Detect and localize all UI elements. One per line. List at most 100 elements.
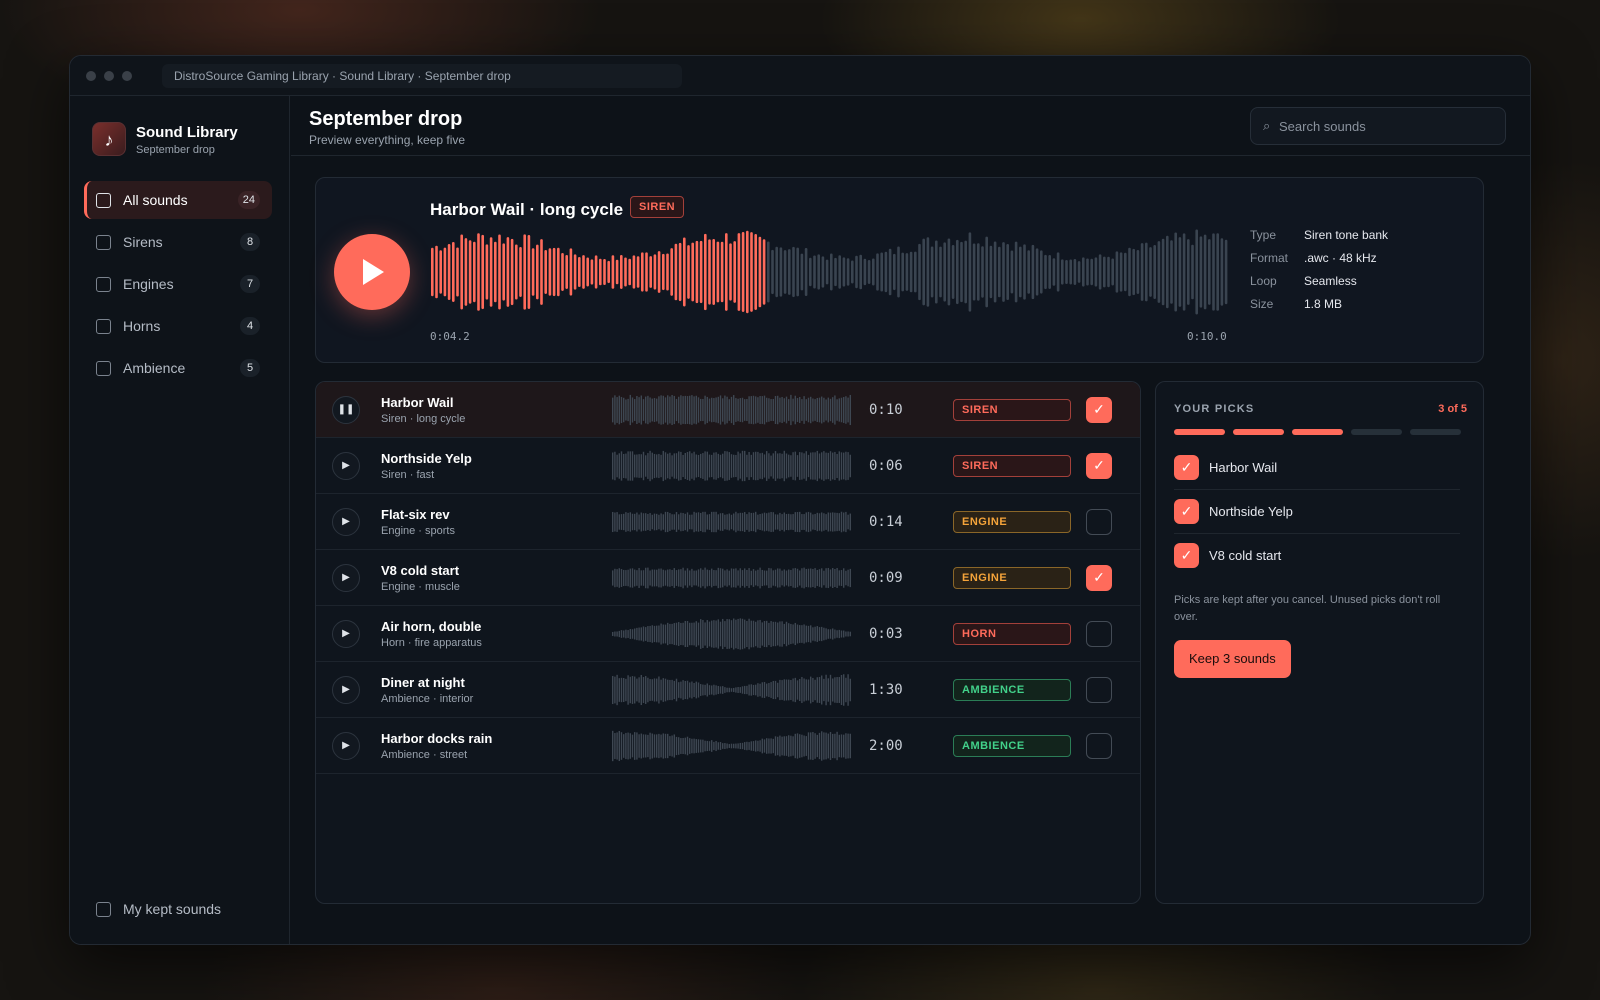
keep-sounds-button[interactable]: Keep 3 sounds: [1174, 640, 1291, 678]
window-close-dot[interactable]: [86, 71, 96, 81]
waveform-bar: [691, 242, 694, 302]
waveform-bar: [785, 396, 788, 424]
waveform-bar: [671, 735, 673, 757]
keep-checkbox[interactable]: [1086, 677, 1112, 703]
waveform-bar: [713, 620, 715, 648]
list-item[interactable]: ❚❚ Harbor Wail Siren · long cycle 0:10 S…: [316, 382, 1140, 438]
sidebar-item-horns[interactable]: Horns 4: [84, 307, 272, 345]
waveform-bar: [669, 396, 671, 424]
waveform-bar: [658, 733, 660, 759]
waveform-bar: [825, 399, 827, 421]
sound-tag: SIREN: [953, 455, 1071, 477]
waveform-bar: [706, 451, 708, 481]
waveform-bar: [1182, 233, 1186, 311]
sound-subtitle: Horn · fire apparatus: [381, 637, 482, 649]
list-item[interactable]: ▶ Flat-six rev Engine · sports 0:14 ENGI…: [316, 494, 1140, 550]
keep-checkbox[interactable]: [1086, 621, 1112, 647]
play-icon[interactable]: ▶: [332, 732, 360, 760]
waveform-bar: [781, 621, 783, 647]
list-item[interactable]: ▶ Northside Yelp Siren · fast 0:06 SIREN…: [316, 438, 1140, 494]
waveform-bar: [660, 734, 662, 758]
list-item[interactable]: ▶ Diner at night Ambience · interior 1:3…: [316, 662, 1140, 718]
pick-item[interactable]: ✓ V8 cold start: [1174, 534, 1460, 578]
pick-item[interactable]: ✓ Northside Yelp: [1174, 490, 1460, 534]
keep-checkbox[interactable]: ✓: [1086, 453, 1112, 479]
waveform-bar: [1056, 252, 1060, 292]
list-item[interactable]: ▶ Air horn, double Horn · fire apparatus…: [316, 606, 1140, 662]
waveform-bar: [675, 736, 678, 756]
waveform-bar: [930, 246, 934, 298]
waveform-bar: [660, 513, 662, 531]
waveform-bar: [586, 257, 589, 287]
waveform-bar: [671, 514, 673, 530]
waveform-bar: [636, 570, 638, 586]
waveform-scrubber[interactable]: [430, 224, 1230, 320]
waveform-bar: [785, 736, 788, 756]
now-playing-tag: SIREN: [630, 196, 685, 218]
sound-duration: 2:00: [869, 738, 903, 754]
search-input[interactable]: ⌕ Search sounds: [1250, 107, 1506, 145]
waveform-bar: [843, 568, 845, 588]
waveform-bar: [726, 619, 728, 649]
check-icon[interactable]: ✓: [1174, 455, 1199, 480]
waveform-bar: [719, 621, 722, 647]
waveform-bar: [669, 623, 671, 645]
window-maximize-dot[interactable]: [122, 71, 132, 81]
keep-checkbox[interactable]: ✓: [1086, 397, 1112, 423]
check-icon[interactable]: ✓: [1174, 499, 1199, 524]
waveform-bar: [785, 513, 788, 531]
waveform-bar: [631, 397, 634, 423]
waveform-bar: [746, 514, 748, 530]
waveform-bar: [781, 680, 783, 700]
waveform-bar: [772, 680, 774, 700]
waveform-bar: [578, 256, 581, 288]
waveform-bar: [618, 630, 620, 638]
window-minimize-dot[interactable]: [104, 71, 114, 81]
waveform-bar: [821, 626, 823, 642]
pause-icon[interactable]: ❚❚: [332, 396, 360, 424]
waveform-bar: [636, 512, 638, 532]
play-button[interactable]: [334, 234, 410, 310]
sidebar-item-my-kept-sounds[interactable]: My kept sounds: [84, 894, 272, 924]
play-icon[interactable]: ▶: [332, 452, 360, 480]
waveform-bar: [724, 514, 726, 530]
waveform-bar: [647, 677, 649, 703]
breadcrumb[interactable]: DistroSource Gaming Library · Sound Libr…: [162, 64, 682, 88]
waveform-bar: [704, 684, 706, 696]
waveform-bar: [706, 620, 708, 648]
waveform-bar: [689, 395, 691, 425]
keep-checkbox[interactable]: [1086, 733, 1112, 759]
check-icon[interactable]: ✓: [1174, 543, 1199, 568]
sidebar-item-ambience[interactable]: Ambience 5: [84, 349, 272, 387]
waveform-bar: [759, 514, 761, 530]
play-icon[interactable]: ▶: [332, 564, 360, 592]
waveform-bar: [706, 396, 708, 424]
pick-item[interactable]: ✓ Harbor Wail: [1174, 446, 1460, 490]
keep-checkbox[interactable]: [1086, 509, 1112, 535]
sidebar-item-sirens[interactable]: Sirens 8: [84, 223, 272, 261]
play-icon[interactable]: ▶: [332, 620, 360, 648]
sidebar-item-all-sounds[interactable]: All sounds 24: [84, 181, 272, 219]
keep-checkbox[interactable]: ✓: [1086, 565, 1112, 591]
list-item[interactable]: ▶ V8 cold start Engine · muscle 0:09 ENG…: [316, 550, 1140, 606]
sidebar-item-engines[interactable]: Engines 7: [84, 265, 272, 303]
waveform-bar: [763, 512, 766, 532]
waveform-bar: [814, 733, 816, 759]
page-subtitle: Preview everything, keep five: [309, 133, 466, 147]
waveform-bar: [779, 247, 783, 297]
waveform-bar: [827, 397, 829, 423]
waveform-bar: [905, 253, 909, 291]
waveform-bar: [1191, 244, 1194, 300]
waveform-bar: [843, 512, 845, 532]
list-item[interactable]: ▶ Harbor docks rain Ambience · street 2:…: [316, 718, 1140, 774]
waveform-bar: [781, 736, 783, 756]
waveform-bar: [772, 453, 774, 479]
waveform-bar: [836, 568, 838, 588]
sound-name: Flat-six rev: [381, 507, 450, 522]
waveform-bar: [662, 624, 664, 644]
play-icon[interactable]: ▶: [332, 676, 360, 704]
waveform-bar: [1115, 251, 1119, 293]
play-icon[interactable]: ▶: [332, 508, 360, 536]
waveform-bar: [618, 453, 620, 479]
waveform-bar: [704, 567, 706, 589]
